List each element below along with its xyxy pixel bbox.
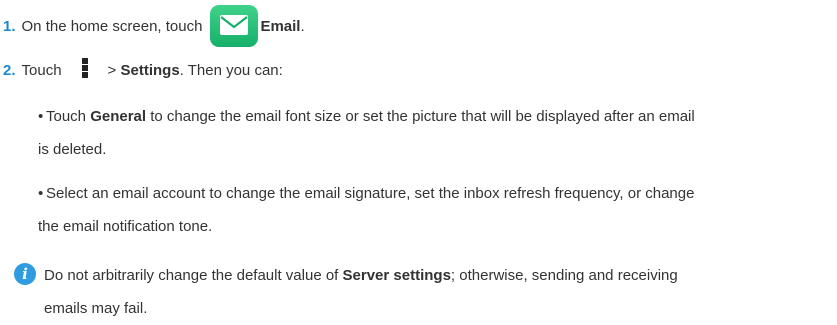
step-2-rest: . Then you can: [179,61,283,79]
bullet-dot: • [38,185,44,202]
bullet-1-touch: Touch [46,108,87,125]
note-line-2: emails may fail. [44,300,148,317]
email-app-label: Email [260,17,301,35]
bullet-2-line-1: Select an email account to change the em… [46,185,695,202]
step-1-number: 1. [3,17,16,35]
note: i Do not arbitrarily change the default … [14,259,823,325]
step-2-arrow: > [107,61,117,79]
email-app-icon [210,5,259,47]
bullet-dot: • [38,108,44,125]
note-text-end: ; otherwise, sending and receiving [450,267,678,284]
bullet-account: • Select an email account to change the … [38,177,823,243]
step-2-touch: Touch [21,61,62,79]
info-icon: i [14,263,36,285]
step-2-number: 2. [3,61,16,79]
step-1-text: On the home screen, touch [21,17,203,35]
help-page: 1. On the home screen, touch Email. 2. T… [0,0,837,325]
step-1-period: . [300,17,305,35]
step-1: 1. On the home screen, touch Email. [3,5,305,47]
general-label: General [90,108,147,125]
bullet-2-line-2: the email notification tone. [38,218,213,235]
server-settings-label: Server settings [342,267,451,284]
step-2: 2. Touch > Settings. Then you can: [3,58,283,80]
bullet-1-rest: to change the email font size or set the… [150,108,695,125]
settings-label: Settings [120,61,180,79]
bullet-general: • Touch General to change the email font… [38,100,823,166]
more-menu-icon [81,58,88,78]
note-text-start: Do not arbitrarily change the default va… [44,267,339,284]
bullet-1-line-2: is deleted. [38,141,107,158]
